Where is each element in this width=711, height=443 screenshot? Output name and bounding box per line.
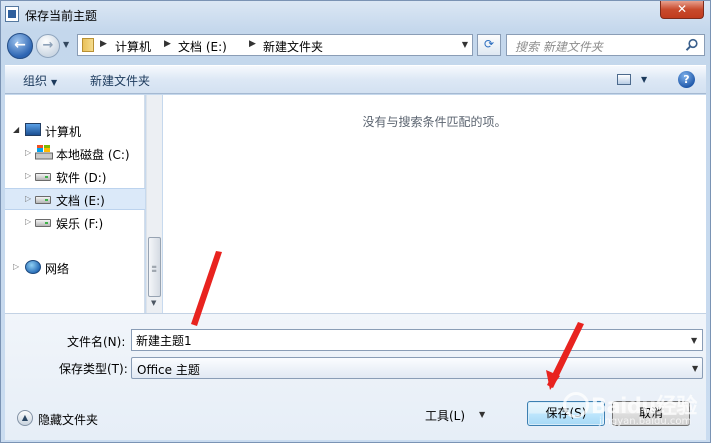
breadcrumb-documents-drive[interactable]: 文档 (E:) [178,38,227,55]
empty-results-message: 没有与搜索条件匹配的项。 [362,115,507,129]
scrollbar-thumb[interactable]: ═ ═ [148,237,161,297]
drive-icon [35,196,51,204]
navigation-scrollbar[interactable]: ═ ═ ▼ [146,95,162,313]
tree-item-drive-d[interactable]: ▷ 软件 (D:) [5,166,145,188]
tree-label-network: 网络 [45,262,70,276]
search-icon[interactable] [685,38,699,52]
system-drive-icon [35,145,53,160]
breadcrumb-separator-icon[interactable]: ▶ [249,39,256,49]
breadcrumb-new-folder[interactable]: 新建文件夹 [263,38,323,55]
save-type-label: 保存类型(T): [59,362,128,376]
breadcrumb-separator-icon[interactable]: ▶ [100,39,107,49]
command-bar: 组织 ▼ 新建文件夹 ▼ ? [5,65,706,94]
arrow-right-icon: → [42,38,54,53]
tree-label-drive-c: 本地磁盘 (C:) [56,148,130,162]
save-type-value: Office 主题 [137,363,200,377]
breadcrumb-separator-icon[interactable]: ▶ [164,39,171,49]
chevron-down-icon: ▼ [479,410,486,419]
change-view-icon[interactable] [617,74,631,85]
close-button[interactable]: ✕ [660,1,704,19]
drive-icon [35,173,51,181]
address-history-chevron-down-icon[interactable]: ▼ [462,40,468,49]
search-box[interactable]: 搜索 新建文件夹 [506,34,705,56]
back-button[interactable]: ← [7,33,33,59]
organize-label: 组织 [23,74,48,88]
tree-label-drive-d: 软件 (D:) [56,171,107,185]
breadcrumb-computer[interactable]: 计算机 [115,38,151,55]
filename-input[interactable] [131,329,703,351]
navigation-pane: ◢ 计算机 ▷ 本地磁盘 (C:) ▷ 软件 (D:) ▷ 文档 (E:) ▷ [5,95,145,313]
view-options-chevron-down-icon[interactable]: ▼ [641,75,647,84]
tree-item-computer[interactable]: ◢ 计算机 [5,120,145,142]
tree-collapsed-icon[interactable]: ▷ [13,262,19,271]
tree-collapsed-icon[interactable]: ▷ [25,171,31,180]
grip-icon: ═ ═ [152,263,157,275]
organize-menu-button[interactable]: 组织 ▼ [23,72,57,89]
filename-history-chevron-down-icon[interactable]: ▼ [691,336,697,345]
save-button[interactable]: 保存(S) [527,401,605,426]
computer-icon [25,123,41,136]
title-bar: 保存当前主题 ✕ [1,1,710,29]
word-document-icon [5,6,19,22]
address-bar[interactable]: ▶ 计算机 ▶ 文档 (E:) ▶ 新建文件夹 ▼ [77,34,473,56]
hide-folders-label: 隐藏文件夹 [38,413,99,427]
chevron-down-icon: ▼ [692,364,699,373]
save-options-panel: 文件名(N): ▼ 保存类型(T): Office 主题 ▼ ▲ 隐藏文件夹 工… [5,313,706,440]
hide-folders-button[interactable]: ▲ 隐藏文件夹 [17,409,127,427]
new-folder-button[interactable]: 新建文件夹 [90,72,150,89]
save-type-select[interactable]: Office 主题 ▼ [131,357,703,379]
cancel-button[interactable]: 取消 [612,401,690,426]
chevron-up-icon: ▲ [17,410,33,426]
tools-menu-button[interactable]: 工具(L) ▼ [419,404,493,426]
tree-item-drive-c[interactable]: ▷ 本地磁盘 (C:) [5,143,145,165]
drive-icon [35,219,51,227]
tree-expanded-icon[interactable]: ◢ [13,125,19,134]
filename-label: 文件名(N): [67,335,126,349]
scroll-down-chevron-icon[interactable]: ▼ [151,299,156,307]
tree-label-drive-f: 娱乐 (F:) [56,217,104,231]
tools-label: 工具(L) [425,409,466,423]
save-theme-dialog: 保存当前主题 ✕ ← → ▼ ▶ 计算机 ▶ 文档 (E:) ▶ 新建文件夹 ▼… [0,0,711,443]
tree-item-drive-f[interactable]: ▷ 娱乐 (F:) [5,212,145,234]
search-input-placeholder[interactable]: 搜索 新建文件夹 [515,38,603,55]
arrow-left-icon: ← [14,37,26,53]
tree-item-drive-e[interactable]: ▷ 文档 (E:) [5,188,145,210]
help-icon[interactable]: ? [678,71,695,88]
folder-icon [82,38,94,52]
tree-collapsed-icon[interactable]: ▷ [25,148,31,157]
forward-button[interactable]: → [36,34,60,58]
recent-pages-chevron-down-icon[interactable]: ▼ [63,40,69,49]
file-list-pane[interactable]: 没有与搜索条件匹配的项。 [163,95,706,313]
tree-collapsed-icon[interactable]: ▷ [25,217,31,226]
tree-collapsed-icon[interactable]: ▷ [25,194,31,203]
network-icon [25,260,41,274]
chevron-down-icon: ▼ [51,78,58,87]
refresh-icon: ⟳ [483,37,495,51]
refresh-button[interactable]: ⟳ [477,34,501,56]
tree-item-network[interactable]: ▷ 网络 [5,257,145,279]
window-title: 保存当前主题 [25,9,98,23]
tree-label-drive-e: 文档 (E:) [56,194,105,208]
tree-label-computer: 计算机 [45,125,82,139]
